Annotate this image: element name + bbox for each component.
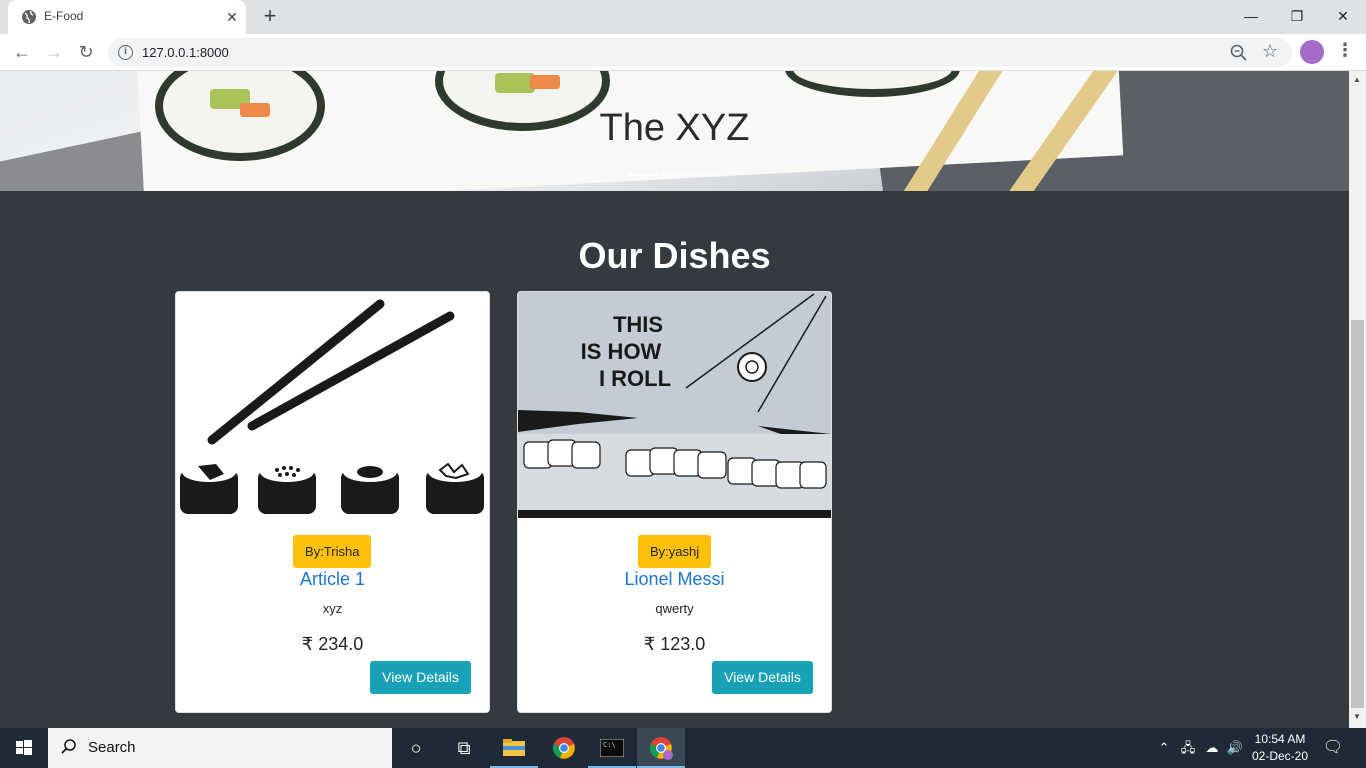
browser-menu-icon[interactable]: ⋮ (1336, 40, 1354, 61)
dish-price: ₹ 234.0 (301, 634, 364, 654)
volume-icon[interactable]: 🔊 (1225, 728, 1245, 768)
clock-date: 02-Dec-20 (1251, 749, 1309, 763)
url-text[interactable]: 127.0.0.1:8000 (142, 45, 229, 60)
search-placeholder: Search (88, 739, 136, 756)
taskbar-search-box[interactable]: Search (48, 728, 392, 768)
illustration-text-line: THIS (613, 312, 663, 337)
dish-card: THIS IS HOW I ROLL By:yashj Lionel Messi… (517, 291, 832, 713)
onedrive-cloud-icon[interactable]: ☁ (1201, 728, 1223, 768)
dish-title-link[interactable]: Lionel Messi (518, 569, 831, 590)
browser-tab[interactable]: E-Food ✕ (8, 0, 246, 34)
task-view-icon[interactable]: ⧉ (440, 728, 488, 768)
reload-icon[interactable]: ↻ (73, 39, 99, 65)
profile-avatar[interactable] (1300, 40, 1324, 64)
browser-toolbar: ← → ↻ i 127.0.0.1:8000 ☆ ⋮ (0, 34, 1366, 71)
site-info-icon[interactable]: i (118, 45, 133, 60)
minimize-button[interactable]: — (1228, 0, 1274, 32)
action-center-icon[interactable]: 🗨 (1320, 728, 1346, 768)
dish-title-link[interactable]: Article 1 (176, 569, 489, 590)
dish-price: ₹ 123.0 (643, 634, 706, 654)
restore-button[interactable]: ❐ (1274, 0, 1320, 32)
windows-start-icon[interactable] (0, 728, 48, 768)
zoom-out-icon[interactable] (1230, 44, 1248, 62)
network-icon[interactable]: 🖧 (1178, 728, 1198, 768)
view-details-button[interactable]: View Details (370, 661, 471, 694)
illustration-text-line: I ROLL (599, 366, 671, 391)
author-badge: By:yashj (638, 535, 712, 568)
scroll-up-arrow-icon[interactable]: ▲ (1353, 75, 1361, 84)
taskbar-clock[interactable]: 10:54 AM 02-Dec-20 (1246, 731, 1314, 765)
page-content: The XYZ Our Dishes By:Trisha Article 1 x… (0, 71, 1349, 728)
file-explorer-icon[interactable] (490, 728, 538, 768)
dish-card: By:Trisha Article 1 xyz ₹ 234.0 View Det… (175, 291, 490, 713)
close-window-button[interactable]: ✕ (1320, 0, 1366, 32)
svg-text:C:\: C:\ (603, 741, 616, 749)
terminal-icon[interactable]: C:\ (588, 728, 636, 768)
scrollbar-thumb[interactable] (1351, 320, 1364, 708)
illustration-text-line: IS HOW (581, 339, 662, 364)
chrome-profile-icon[interactable] (637, 728, 685, 768)
carousel-indicators (629, 163, 725, 181)
scroll-down-arrow-icon[interactable]: ▼ (1353, 712, 1361, 721)
view-details-button[interactable]: View Details (712, 661, 813, 694)
this-is-how-i-roll-illustration: THIS IS HOW I ROLL (518, 292, 831, 518)
page-scrollbar[interactable]: ▲ ▼ (1349, 71, 1366, 728)
address-bar[interactable]: i 127.0.0.1:8000 ☆ (108, 38, 1292, 67)
clock-time: 10:54 AM (1254, 732, 1306, 746)
show-hidden-icons-chevron-icon[interactable]: ⌃ (1155, 728, 1173, 768)
new-tab-button[interactable]: + (258, 5, 282, 29)
section-title: Our Dishes (578, 235, 771, 276)
carousel-indicator[interactable] (629, 173, 657, 176)
tab-title: E-Food (44, 9, 84, 23)
windows-taskbar: Search ○ ⧉ C:\ ⌃ 🖧 ☁ 🔊 10:54 AM 02-Dec-2… (0, 728, 1366, 768)
tab-close-icon[interactable]: ✕ (222, 7, 242, 27)
globe-icon (22, 10, 36, 24)
carousel-indicator[interactable] (693, 173, 721, 176)
bookmark-star-icon[interactable]: ☆ (1262, 41, 1278, 62)
chrome-icon[interactable] (540, 728, 588, 768)
browser-tab-strip: E-Food ✕ + — ❐ ✕ (0, 0, 1366, 34)
dish-description: qwerty (655, 601, 694, 616)
dish-description: xyz (322, 601, 343, 616)
chopsticks-sushi-icon (176, 292, 489, 518)
cortana-icon[interactable]: ○ (392, 728, 440, 768)
author-badge: By:Trisha (293, 535, 372, 568)
carousel-caption: The XYZ (599, 107, 750, 149)
search-icon (61, 739, 76, 754)
back-arrow-icon[interactable]: ← (9, 39, 35, 65)
forward-arrow-icon[interactable]: → (41, 39, 67, 65)
carousel-indicator[interactable] (661, 173, 689, 176)
hero-carousel: The XYZ (0, 71, 1349, 191)
